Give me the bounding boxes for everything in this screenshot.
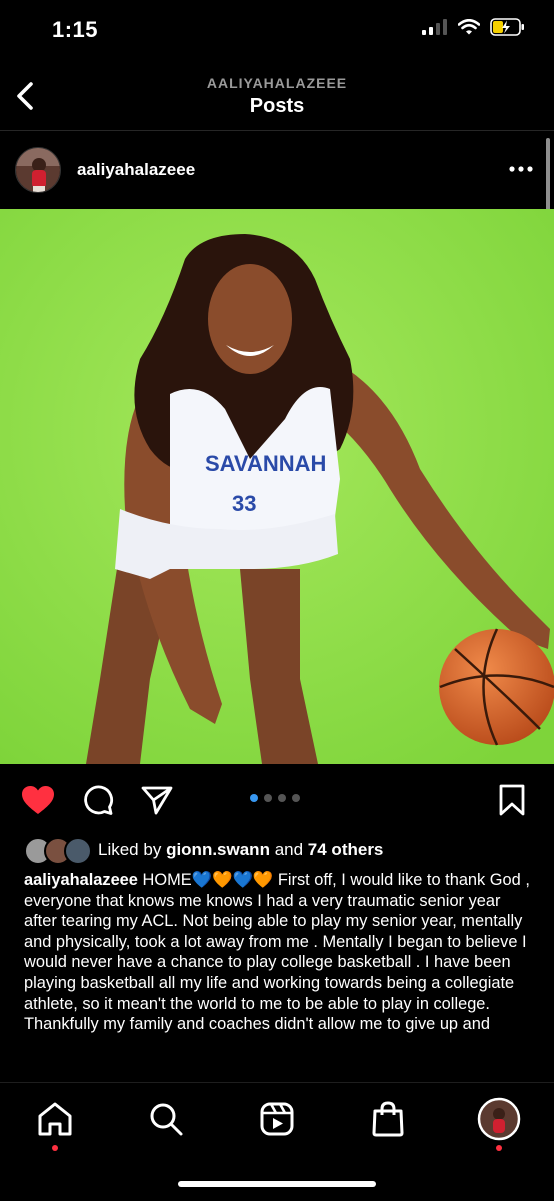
likes-text: Liked by gionn.swann and 74 others: [98, 840, 383, 860]
jersey-text: SAVANNAH: [205, 451, 326, 476]
jersey-number: 33: [232, 491, 256, 516]
caption-username[interactable]: aaliyahalazeee: [24, 871, 138, 889]
nav-header: AALIYAHALAZEEE Posts: [0, 60, 554, 131]
home-icon: [38, 1102, 72, 1136]
account-name: AALIYAHALAZEEE: [206, 75, 348, 91]
reels-icon: [260, 1102, 294, 1136]
nav-shop[interactable]: [366, 1097, 410, 1141]
share-button[interactable]: [139, 782, 175, 818]
send-icon: [141, 786, 173, 815]
nav-profile[interactable]: [477, 1097, 521, 1141]
page-title: Posts: [249, 95, 305, 117]
like-button[interactable]: [20, 782, 56, 818]
liker-username[interactable]: gionn.swann: [166, 840, 270, 859]
wifi-icon: [458, 19, 480, 35]
profile-notification-dot: [496, 1145, 502, 1151]
status-bar: 1:15: [0, 0, 554, 60]
notification-dot: [52, 1145, 58, 1151]
post-actions: [0, 772, 554, 828]
avatar[interactable]: [15, 147, 61, 193]
status-time: 1:15: [52, 17, 99, 42]
nav-search[interactable]: [144, 1097, 188, 1141]
post-image[interactable]: SAVANNAH 33: [0, 209, 554, 764]
battery-icon: [490, 18, 524, 36]
likes-row[interactable]: Liked by gionn.swann and 74 others: [24, 836, 383, 865]
ellipsis-icon: [509, 166, 533, 172]
bookmark-icon: [499, 784, 525, 816]
carousel-dot-2[interactable]: [264, 794, 272, 802]
carousel-dot-1[interactable]: [250, 794, 258, 802]
search-icon: [150, 1103, 183, 1136]
nav-home[interactable]: [33, 1097, 77, 1141]
carousel-indicator: [250, 794, 300, 802]
status-icons: [422, 18, 526, 36]
likes-count[interactable]: 74 others: [308, 840, 384, 859]
shopping-bag-icon: [372, 1101, 404, 1137]
carousel-dot-4[interactable]: [292, 794, 300, 802]
nav-reels[interactable]: [255, 1097, 299, 1141]
signal-icon: [422, 19, 447, 35]
more-options-button[interactable]: [508, 159, 534, 179]
heart-icon: [22, 786, 54, 814]
likes-prefix: Liked by: [98, 840, 162, 859]
home-indicator[interactable]: [178, 1181, 376, 1187]
post-header: aaliyahalazeee: [0, 131, 554, 209]
save-button[interactable]: [494, 782, 530, 818]
liker-avatars: [24, 837, 92, 865]
caption: aaliyahalazeee HOME💙🧡💙🧡 First off, I wou…: [24, 870, 536, 1082]
caption-text: HOME💙🧡💙🧡 First off, I would like to than…: [24, 871, 530, 1034]
likes-middle: and: [274, 840, 304, 859]
profile-avatar: [477, 1097, 521, 1141]
post-username[interactable]: aaliyahalazeee: [77, 160, 195, 180]
comment-button[interactable]: [80, 782, 116, 818]
comment-icon: [84, 785, 113, 815]
liker-avatar: [64, 837, 92, 865]
carousel-dot-3[interactable]: [278, 794, 286, 802]
